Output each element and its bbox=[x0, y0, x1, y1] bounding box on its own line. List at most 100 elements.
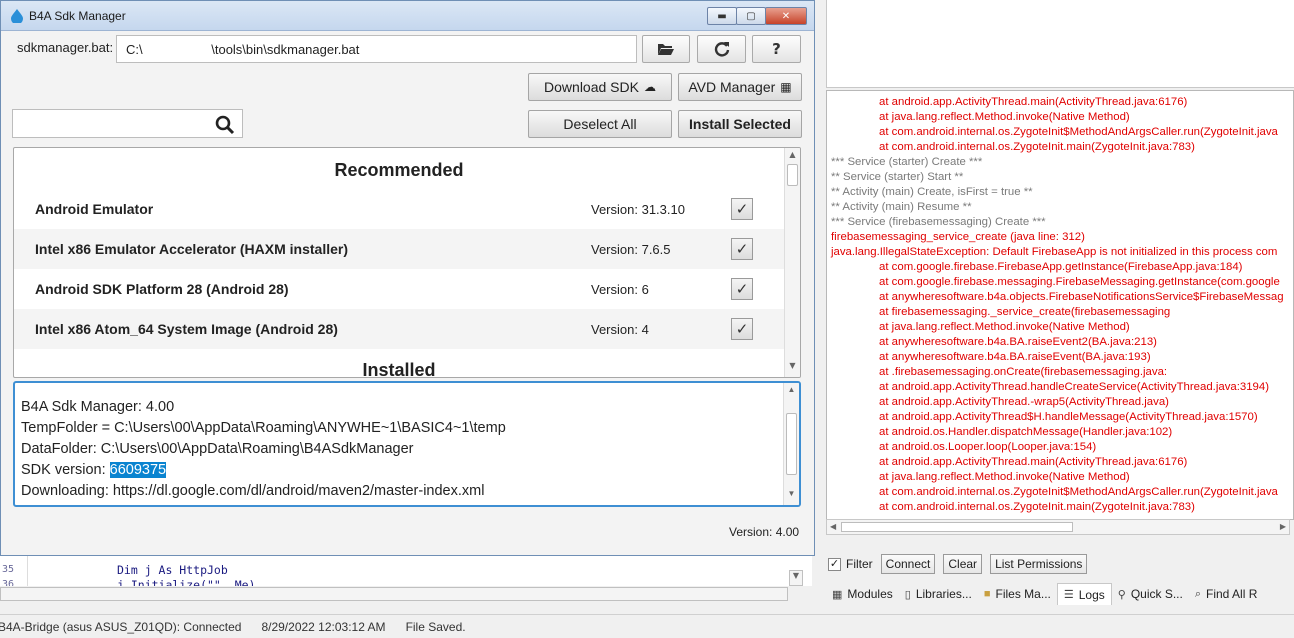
logs-icon: ☰ bbox=[1063, 589, 1074, 601]
section-recommended: Recommended bbox=[334, 160, 464, 180]
scroll-up-icon[interactable]: ▲ bbox=[784, 385, 799, 399]
log-line: firebasemessaging_service_create (java l… bbox=[831, 231, 1085, 243]
line-number: 35 bbox=[2, 564, 15, 575]
package-name: Intel x86 Atom_64 System Image (Android … bbox=[35, 321, 338, 337]
log-line: at java.lang.reflect.Method.invoke(Nativ… bbox=[879, 471, 1130, 483]
console-line: B4A Sdk Manager: 4.00 bbox=[21, 399, 175, 415]
b4a-app-icon bbox=[11, 9, 23, 23]
close-button[interactable]: ✕ bbox=[765, 7, 807, 25]
tab-files-manager[interactable]: ■ Files Ma... bbox=[978, 583, 1057, 605]
code-editor[interactable]: 35 36 Dim j As HttpJob j.Initialize("", … bbox=[0, 556, 812, 586]
package-version: Version: 7.6.5 bbox=[591, 242, 671, 257]
calculator-icon: ▦ bbox=[780, 80, 792, 94]
filter-checkbox[interactable]: ✓ bbox=[828, 557, 841, 571]
maximize-button[interactable]: ▢ bbox=[736, 7, 766, 25]
scrollbar-thumb[interactable] bbox=[841, 522, 1073, 532]
log-line: at android.app.ActivityThread.-wrap5(Act… bbox=[879, 396, 1169, 408]
dialog-title: B4A Sdk Manager bbox=[29, 9, 126, 23]
version-footer: Version: 4.00 bbox=[729, 525, 800, 539]
code-scroll-down-icon[interactable]: ▼ bbox=[789, 570, 803, 586]
scrollbar-thumb[interactable] bbox=[786, 413, 797, 475]
package-checkbox[interactable]: ✓ bbox=[731, 318, 753, 340]
scroll-right-icon[interactable]: ▶ bbox=[1280, 522, 1286, 531]
title-bar[interactable]: B4A Sdk Manager ▬ ▢ ✕ bbox=[1, 1, 814, 31]
window-controls: ▬ ▢ ✕ bbox=[707, 7, 807, 25]
tab-find-all-references[interactable]: ⌕ Find All R bbox=[1189, 583, 1264, 605]
folder-icon: ■ bbox=[983, 588, 991, 600]
sdk-version-label: SDK version: bbox=[21, 462, 110, 478]
scroll-up-icon[interactable]: ▲ bbox=[785, 150, 800, 164]
sdkmanager-path-input[interactable]: C:\ \tools\bin\sdkmanager.bat bbox=[116, 35, 637, 63]
sdk-manager-dialog: B4A Sdk Manager ▬ ▢ ✕ sdkmanager.bat: C:… bbox=[0, 0, 815, 556]
log-line: at android.app.ActivityThread.handleCrea… bbox=[879, 381, 1270, 393]
refresh-button[interactable] bbox=[697, 35, 746, 63]
search-input[interactable] bbox=[12, 109, 243, 138]
minimize-button[interactable]: ▬ bbox=[707, 7, 737, 25]
console-line: TempFolder = C:\Users\00\AppData\Roaming… bbox=[21, 420, 506, 436]
package-checkbox[interactable]: ✓ bbox=[731, 238, 753, 260]
cloud-download-icon: ☁ bbox=[643, 80, 656, 94]
log-line: at com.android.internal.os.ZygoteInit.ma… bbox=[879, 501, 1195, 513]
package-row[interactable]: Intel x86 Emulator Accelerator (HAXM ins… bbox=[14, 229, 784, 269]
help-button[interactable]: ? bbox=[752, 35, 801, 63]
package-version: Version: 31.3.10 bbox=[591, 202, 685, 217]
scrollbar-thumb[interactable] bbox=[787, 164, 798, 186]
log-line: at com.android.internal.os.ZygoteInit$Me… bbox=[879, 126, 1278, 138]
logs-horizontal-scrollbar[interactable]: ◀ ▶ bbox=[826, 519, 1290, 535]
search-icon[interactable] bbox=[215, 115, 235, 135]
selected-text[interactable]: 6609375 bbox=[109, 462, 167, 478]
console-scrollbar[interactable]: ▲ ▼ bbox=[783, 383, 799, 505]
section-installed: Installed bbox=[362, 360, 436, 378]
log-line: java.lang.IllegalStateException: Default… bbox=[831, 246, 1278, 258]
logs-panel[interactable]: at android.app.ActivityThread.main(Activ… bbox=[826, 90, 1294, 520]
status-bar: B4A-Bridge (asus ASUS_Z01QD): Connected … bbox=[0, 614, 1294, 638]
scroll-down-icon[interactable]: ▼ bbox=[784, 489, 799, 503]
output-console[interactable]: B4A Sdk Manager: 4.00 TempFolder = C:\Us… bbox=[13, 381, 801, 507]
log-line: ** Activity (main) Resume ** bbox=[831, 201, 972, 213]
refresh-icon bbox=[714, 42, 729, 57]
package-version: Version: 6 bbox=[591, 282, 649, 297]
connection-status: B4A-Bridge (asus ASUS_Z01QD): Connected bbox=[0, 619, 242, 634]
tab-quick-search[interactable]: ⚲ Quick S... bbox=[1112, 583, 1189, 605]
log-line: at firebasemessaging._service_create(fir… bbox=[879, 306, 1171, 318]
package-row[interactable]: Android Emulator Version: 31.3.10 ✓ bbox=[14, 189, 784, 229]
log-line: ** Service (starter) Start ** bbox=[831, 171, 964, 183]
scroll-down-icon[interactable]: ▼ bbox=[785, 361, 800, 375]
package-name: Android Emulator bbox=[35, 201, 154, 217]
close-icon: ✕ bbox=[781, 10, 791, 22]
code-line[interactable]: j.Initialize("", Me) bbox=[117, 578, 255, 586]
clear-button[interactable]: Clear bbox=[943, 554, 983, 574]
ide-right-panel-top bbox=[826, 0, 1294, 88]
package-list-scrollbar[interactable]: ▲ ▼ bbox=[784, 148, 800, 377]
log-line: *** Service (firebasemessaging) Create *… bbox=[831, 216, 1046, 228]
find-icon: ⌕ bbox=[1194, 587, 1202, 600]
tab-logs[interactable]: ☰ Logs bbox=[1056, 583, 1112, 605]
package-checkbox[interactable]: ✓ bbox=[731, 198, 753, 220]
deselect-all-button[interactable]: Deselect All bbox=[528, 110, 672, 138]
download-sdk-button[interactable]: Download SDK ☁ bbox=[528, 73, 672, 101]
search-icon: ⚲ bbox=[1117, 588, 1126, 601]
minimize-icon: ▬ bbox=[717, 10, 727, 22]
scroll-left-icon[interactable]: ◀ bbox=[830, 522, 836, 531]
tab-libraries[interactable]: ▯ Libraries... bbox=[899, 583, 978, 605]
package-name: Android SDK Platform 28 (Android 28) bbox=[35, 281, 289, 297]
package-row[interactable]: Android SDK Platform 28 (Android 28) Ver… bbox=[14, 269, 784, 309]
log-line: at android.os.Looper.loop(Looper.java:15… bbox=[879, 441, 1097, 453]
log-line: at com.android.internal.os.ZygoteInit.ma… bbox=[879, 141, 1195, 153]
log-line: at com.google.firebase.messaging.Firebas… bbox=[879, 276, 1280, 288]
modules-icon: ▦ bbox=[832, 588, 843, 601]
install-selected-button[interactable]: Install Selected bbox=[678, 110, 802, 138]
list-permissions-button[interactable]: List Permissions bbox=[990, 554, 1088, 574]
console-line: DataFolder: C:\Users\00\AppData\Roaming\… bbox=[21, 441, 414, 457]
connect-button[interactable]: Connect bbox=[880, 554, 936, 574]
code-horizontal-scrollbar[interactable] bbox=[0, 587, 788, 601]
tab-modules[interactable]: ▦ Modules bbox=[826, 583, 899, 605]
package-list[interactable]: Recommended Android Emulator Version: 31… bbox=[13, 147, 801, 378]
log-line: at android.app.ActivityThread.main(Activ… bbox=[879, 456, 1188, 468]
sdkmanager-path-label: sdkmanager.bat: bbox=[17, 40, 114, 55]
package-checkbox[interactable]: ✓ bbox=[731, 278, 753, 300]
avd-manager-button[interactable]: AVD Manager ▦ bbox=[678, 73, 802, 101]
package-row[interactable]: Intel x86 Atom_64 System Image (Android … bbox=[14, 309, 784, 349]
code-line[interactable]: Dim j As HttpJob bbox=[117, 563, 228, 577]
browse-button[interactable] bbox=[642, 35, 690, 63]
